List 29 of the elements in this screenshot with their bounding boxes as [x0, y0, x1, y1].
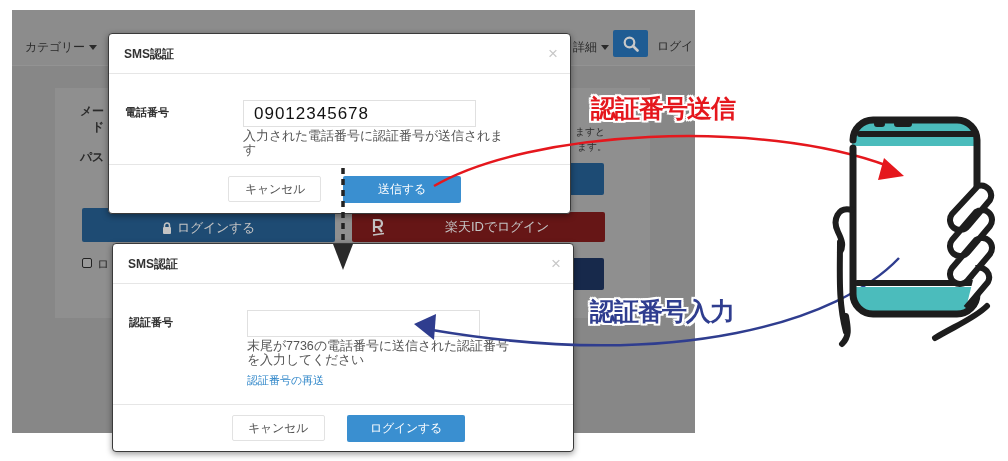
checkbox[interactable]	[82, 258, 92, 268]
form-label: メー	[80, 103, 104, 120]
submit-button[interactable]: ログインする	[346, 414, 465, 442]
login-link[interactable]: ログイ	[657, 37, 693, 55]
dialog-title: SMS認証	[128, 255, 178, 273]
annotation-label: 認証番号送信	[591, 93, 735, 124]
dialog-title: SMS認証	[124, 45, 174, 63]
detail-menu[interactable]: 詳細	[573, 38, 597, 56]
caret-icon	[89, 44, 97, 50]
input-field[interactable]: 09012345678	[243, 100, 476, 127]
form-label: ド	[92, 119, 104, 136]
cancel-button[interactable]: キャンセル	[231, 415, 325, 441]
cancel-button[interactable]: キャンセル	[228, 176, 321, 202]
search-button[interactable]	[613, 30, 648, 57]
resend-link[interactable]: 認証番号の再送	[247, 374, 324, 386]
help-text: 入力された電話番号に認証番号が送信されます	[243, 129, 504, 157]
field-label: 認証番号	[129, 315, 174, 330]
caret-icon	[601, 44, 609, 50]
lock-icon	[162, 221, 172, 234]
checkbox-label: ロ	[97, 256, 109, 273]
search-icon	[622, 35, 639, 52]
submit-button[interactable]: 送信する	[343, 175, 461, 203]
category-menu[interactable]: カテゴリー	[25, 38, 85, 56]
input-field[interactable]	[247, 310, 480, 337]
note-text: ますと	[575, 125, 605, 139]
field-label: 電話番号	[125, 105, 170, 120]
rakuten-login-button[interactable]: 楽天IDでログイン	[352, 212, 605, 242]
r-logo-icon	[372, 218, 385, 236]
form-label: パス	[80, 149, 104, 166]
